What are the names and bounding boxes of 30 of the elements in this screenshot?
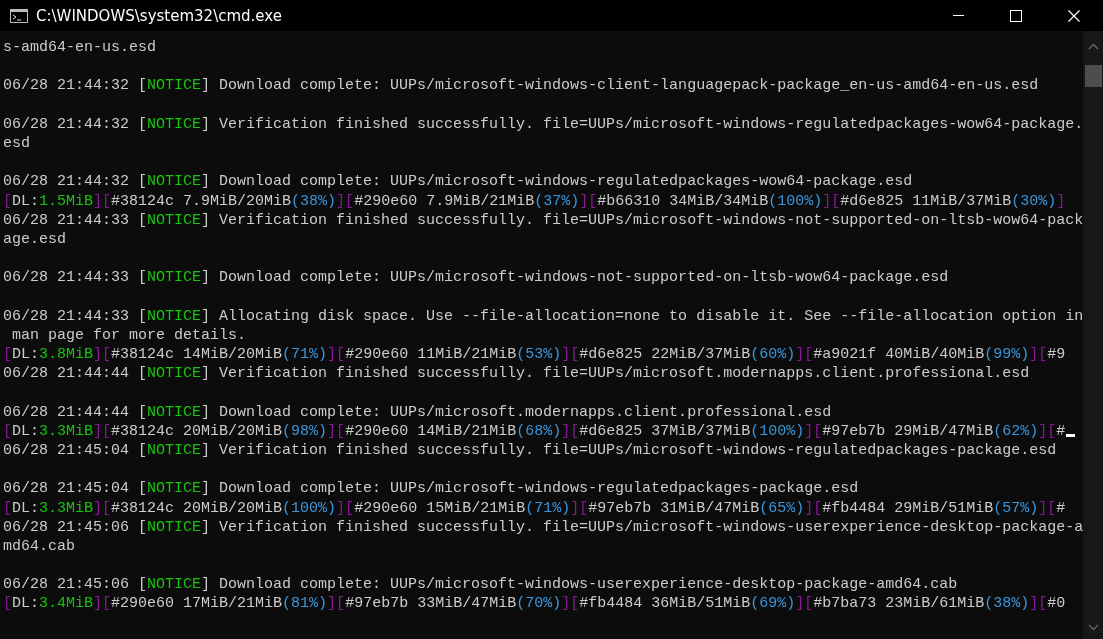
minimize-icon	[952, 15, 964, 16]
terminal-line: md64.cab	[3, 536, 75, 557]
terminal-line: [DL:3.8MiB][#38124c 14MiB/20MiB(71%)][#290e60 11MiB/21MiB(53%)][#d6e825 22MiB/37MiB(60%)][#a9021f 40MiB/40MiB(99%)][#9	[3, 345, 1066, 365]
scroll-down-icon[interactable]	[1087, 624, 1099, 631]
console-icon	[10, 8, 28, 23]
terminal-line: s-amd64-en-us.esd	[3, 38, 157, 58]
terminal-line: 06/28 21:44:44 [NOTICE] Verification finished successfully. file=UUPs/microsoft.modernapps.client.professional.esd	[3, 364, 1030, 384]
terminal-line: 06/28 21:45:04 [NOTICE] Download complete: UUPs/microsoft-windows-regulatedpackages-package.esd	[3, 479, 859, 499]
maximize-icon	[1010, 9, 1022, 22]
terminal-line: [DL:1.5MiB][#38124c 7.9MiB/20MiB(38%)][#290e60 7.9MiB/21MiB(37%)][#b66310 34MiB/34MiB(100%)][#d6e825 11MiB/37MiB(30%)]	[3, 191, 1066, 211]
terminal-line: [DL:3.3MiB][#38124c 20MiB/20MiB(98%)][#290e60 14MiB/21MiB(68%)][#d6e825 37MiB/37MiB(100%)][#97eb7b 29MiB/47MiB(62%)][#	[3, 421, 1066, 441]
terminal-line: age.esd	[3, 229, 66, 250]
terminal-line: 06/28 21:44:33 [NOTICE] Allocating disk space. Use --file-allocation=none to disable it. See --file-allocation option in	[3, 306, 1083, 326]
terminal-line: man page for more details.	[11, 325, 247, 345]
terminal-line: 06/28 21:44:32 [NOTICE] Verification finished successfully. file=UUPs/microsoft-windows-regulatedpackages-wow64-package.	[3, 114, 1083, 134]
terminal-line: [DL:3.4MiB][#290e60 17MiB/21MiB(81%)][#97eb7b 33MiB/47MiB(70%)][#fb4484 36MiB/51MiB(69%)][#b7ba73 23MiB/61MiB(38%)][#0	[3, 594, 1066, 614]
terminal-line: 06/28 21:44:32 [NOTICE] Download complete: UUPs/microsoft-windows-client-languagepack-package_en-us-amd64-en-us.esd	[3, 76, 1039, 96]
terminal-line: 06/28 21:44:32 [NOTICE] Download complete: UUPs/microsoft-windows-regulatedpackages-wow64-package.esd	[3, 172, 913, 192]
terminal-line: 06/28 21:44:33 [NOTICE] Verification finished successfully. file=UUPs/microsoft-windows-not-supported-on-ltsb-wow64-pack	[3, 210, 1083, 230]
terminal-line: 06/28 21:45:04 [NOTICE] Verification finished successfully. file=UUPs/microsoft-windows-regulatedpackages-package.esd	[3, 440, 1057, 461]
scroll-up-icon[interactable]	[1087, 43, 1099, 50]
window-title: C:\WINDOWS\system32\cmd.exe	[36, 6, 283, 25]
close-icon	[1068, 9, 1080, 22]
terminal-line: 06/28 21:45:06 [NOTICE] Download complete: UUPs/microsoft-windows-userexperience-desktop-package-amd64.cab	[3, 575, 958, 595]
terminal-line: 06/28 21:45:06 [NOTICE] Verification finished successfully. file=UUPs/microsoft-windows-userexperience-desktop-package-a	[3, 517, 1083, 537]
terminal-line: 06/28 21:44:44 [NOTICE] Download complete: UUPs/microsoft.modernapps.client.professional.esd	[3, 402, 832, 422]
terminal-line: [DL:3.3MiB][#38124c 20MiB/20MiB(100%)][#290e60 15MiB/21MiB(71%)][#97eb7b 31MiB/47MiB(65%)][#fb4484 29MiB/51MiB(57%)][#	[3, 498, 1066, 518]
terminal-line: 06/28 21:44:33 [NOTICE] Download complete: UUPs/microsoft-windows-not-supported-on-ltsb-wow64-package.esd	[3, 268, 949, 288]
scrollbar-thumb[interactable]	[1084, 65, 1102, 87]
terminal-line: esd	[3, 133, 30, 154]
